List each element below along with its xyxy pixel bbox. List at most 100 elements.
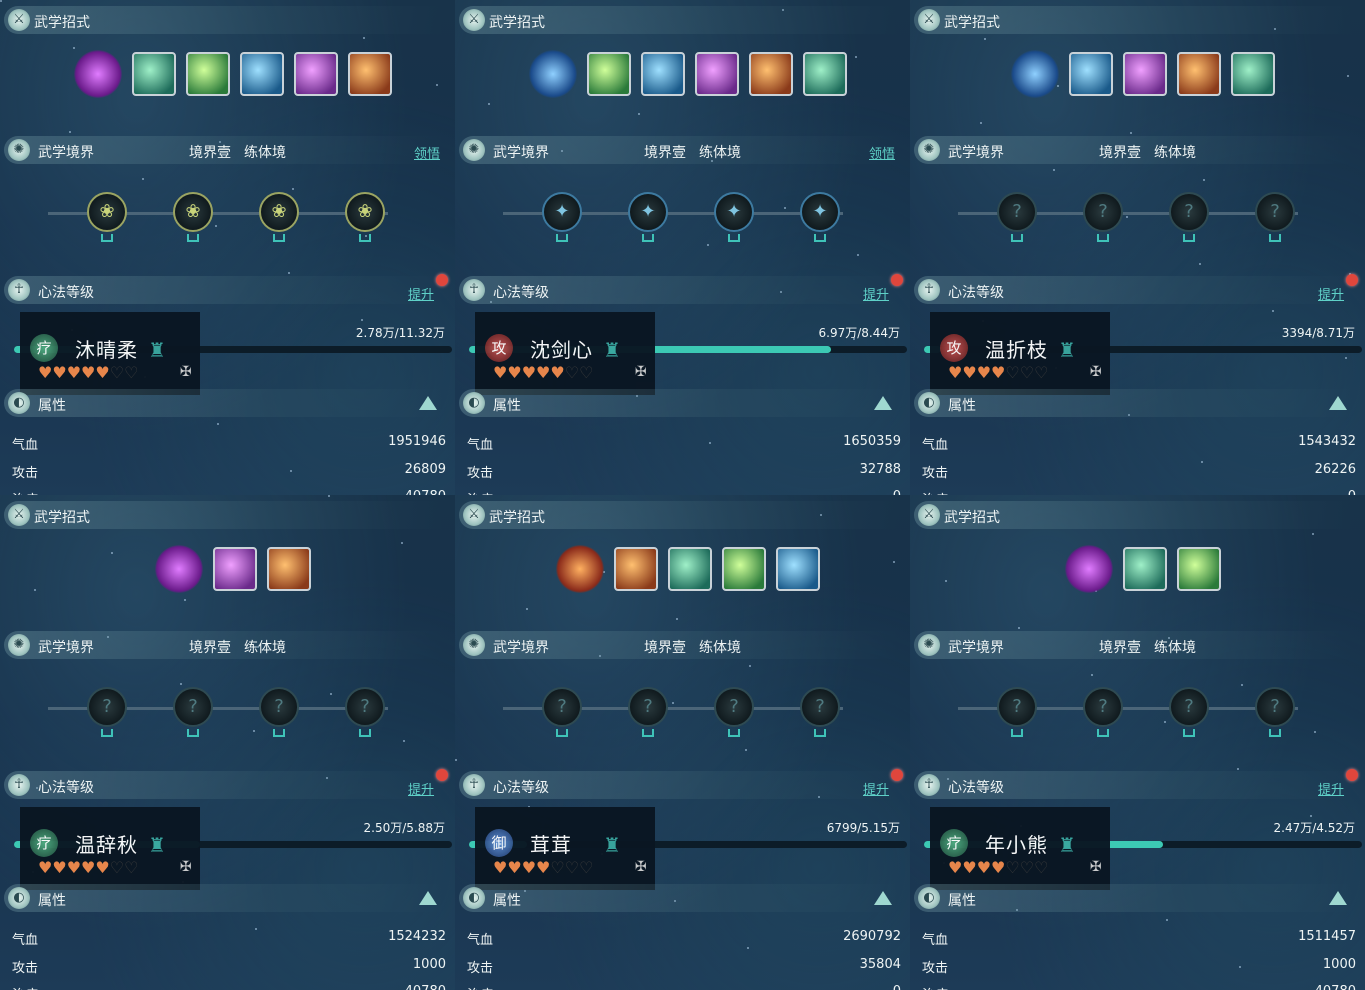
skill-icon[interactable] bbox=[641, 52, 685, 96]
realm-node-icon[interactable]: ? bbox=[1083, 687, 1123, 727]
notification-dot bbox=[891, 769, 903, 781]
skill-icon[interactable] bbox=[587, 52, 631, 96]
realm-node-icon[interactable]: ? bbox=[345, 687, 385, 727]
main-skill-icon[interactable] bbox=[74, 50, 122, 98]
role-badge-icon: 攻 bbox=[485, 334, 513, 362]
heart-icon: ♥ bbox=[976, 363, 992, 382]
realm-node-icon[interactable]: ✦ bbox=[628, 192, 668, 232]
skill-icon[interactable] bbox=[722, 547, 766, 591]
skill-icon[interactable] bbox=[240, 52, 284, 96]
realm-node-icon[interactable]: ? bbox=[800, 687, 840, 727]
character-name-card[interactable]: 御茸茸 ♜ ♥♥♥♥♡♡♡ ✠ bbox=[475, 807, 655, 890]
main-skill-icon[interactable] bbox=[1065, 545, 1113, 593]
main-skill-icon[interactable] bbox=[529, 50, 577, 98]
character-name: 沈剑心 bbox=[530, 338, 593, 362]
main-skill-icon[interactable] bbox=[1011, 50, 1059, 98]
comprehend-link[interactable]: 领悟 bbox=[869, 143, 895, 162]
collapse-triangle-icon[interactable] bbox=[419, 891, 437, 905]
realm-node-icon[interactable]: ✦ bbox=[714, 192, 754, 232]
star-sparkle bbox=[1199, 263, 1201, 265]
realm-node-stand bbox=[728, 729, 740, 737]
realm-node-icon[interactable]: ? bbox=[1083, 192, 1123, 232]
upgrade-link[interactable]: 提升 bbox=[1318, 284, 1344, 303]
heart-icon: ♥ bbox=[38, 363, 53, 382]
heart-icon: ♥ bbox=[948, 858, 963, 877]
heart-icon: ♡ bbox=[550, 858, 565, 877]
character-name-card[interactable]: 疗年小熊 ♜ ♥♥♥♥♡♡♡ ✠ bbox=[930, 807, 1110, 890]
collapse-triangle-icon[interactable] bbox=[874, 396, 892, 410]
skill-icon[interactable] bbox=[749, 52, 793, 96]
upgrade-link[interactable]: 提升 bbox=[1318, 779, 1344, 798]
character-name-card[interactable]: 疗沐晴柔 ♜ ♥♥♥♥♥♡♡ ✠ bbox=[20, 312, 200, 395]
realm-node-icon[interactable]: ❀ bbox=[173, 192, 213, 232]
realm-node-icon[interactable]: ? bbox=[714, 687, 754, 727]
skill-icon[interactable] bbox=[348, 52, 392, 96]
skill-icon[interactable] bbox=[614, 547, 658, 591]
realm-node-icon[interactable]: ? bbox=[259, 687, 299, 727]
realm-node-icon[interactable]: ✦ bbox=[542, 192, 582, 232]
skill-icon[interactable] bbox=[1123, 547, 1167, 591]
collapse-triangle-icon[interactable] bbox=[419, 396, 437, 410]
skill-icon[interactable] bbox=[294, 52, 338, 96]
realm-node-icon[interactable]: ✦ bbox=[800, 192, 840, 232]
realm-node-icon[interactable]: ? bbox=[1255, 687, 1295, 727]
upgrade-link[interactable]: 提升 bbox=[863, 284, 889, 303]
skill-icon[interactable] bbox=[267, 547, 311, 591]
skill-icon[interactable] bbox=[776, 547, 820, 591]
skill-icon[interactable] bbox=[186, 52, 230, 96]
moves-title: 武学招式 bbox=[34, 15, 90, 31]
affinity-hearts: ♥♥♥♥♡♡♡ bbox=[948, 859, 1108, 877]
realm-node-icon[interactable]: ❀ bbox=[345, 192, 385, 232]
collapse-triangle-icon[interactable] bbox=[1329, 396, 1347, 410]
realm-node-icon[interactable]: ? bbox=[542, 687, 582, 727]
realm-body-text: 练体境 bbox=[1154, 145, 1196, 161]
skill-icon[interactable] bbox=[668, 547, 712, 591]
star-sparkle bbox=[363, 37, 365, 39]
collapse-triangle-icon[interactable] bbox=[874, 891, 892, 905]
skill-icon[interactable] bbox=[1231, 52, 1275, 96]
realm-node-icon[interactable]: ? bbox=[628, 687, 668, 727]
upgrade-link[interactable]: 提升 bbox=[408, 779, 434, 798]
realm-node-stand bbox=[1269, 729, 1281, 737]
notification-dot bbox=[436, 274, 448, 286]
realm-node-icon[interactable]: ? bbox=[173, 687, 213, 727]
skill-icon[interactable] bbox=[803, 52, 847, 96]
exp-progress-text: 2.47万/4.52万 bbox=[1273, 821, 1355, 835]
character-name-card[interactable]: 攻沈剑心 ♜ ♥♥♥♥♥♡♡ ✠ bbox=[475, 312, 655, 395]
main-skill-icon[interactable] bbox=[556, 545, 604, 593]
realm-level-text: 境界壹 bbox=[644, 145, 686, 161]
upgrade-link[interactable]: 提升 bbox=[863, 779, 889, 798]
exp-progress-text: 2.78万/11.32万 bbox=[355, 326, 445, 340]
character-name: 年小熊 bbox=[985, 833, 1048, 857]
skill-icon[interactable] bbox=[132, 52, 176, 96]
realm-node-icon[interactable]: ❀ bbox=[87, 192, 127, 232]
character-name-card[interactable]: 疗温辞秋 ♜ ♥♥♥♥♥♡♡ ✠ bbox=[20, 807, 200, 890]
skill-icon[interactable] bbox=[1177, 547, 1221, 591]
heart-icon: ♥ bbox=[991, 363, 1006, 382]
collapse-triangle-icon[interactable] bbox=[1329, 891, 1347, 905]
character-name-card[interactable]: 攻温折枝 ♜ ♥♥♥♥♡♡♡ ✠ bbox=[930, 312, 1110, 395]
skill-icon[interactable] bbox=[213, 547, 257, 591]
realm-node-icon[interactable]: ? bbox=[1169, 687, 1209, 727]
realm-node-icon[interactable]: ? bbox=[87, 687, 127, 727]
main-skill-icon[interactable] bbox=[155, 545, 203, 593]
skill-icon[interactable] bbox=[1123, 52, 1167, 96]
skill-icon[interactable] bbox=[695, 52, 739, 96]
stat-value: 32788 bbox=[859, 462, 901, 477]
realm-node-icon[interactable]: ? bbox=[1255, 192, 1295, 232]
skill-icon[interactable] bbox=[1177, 52, 1221, 96]
role-badge-icon: 疗 bbox=[940, 829, 968, 857]
skill-icon[interactable] bbox=[1069, 52, 1113, 96]
stat-value: 1524232 bbox=[388, 929, 446, 944]
comprehend-link[interactable]: 领悟 bbox=[414, 143, 440, 162]
realm-node-icon[interactable]: ? bbox=[1169, 192, 1209, 232]
realm-node-stand bbox=[642, 234, 654, 242]
upgrade-link[interactable]: 提升 bbox=[408, 284, 434, 303]
realm-node-icon[interactable]: ? bbox=[997, 192, 1037, 232]
realm-node-icon[interactable]: ❀ bbox=[259, 192, 299, 232]
realm-node-icon[interactable]: ? bbox=[997, 687, 1037, 727]
character-panel: ⚔ 武学招式 ✺ 武学境界 境界壹 练体境???? ☥ 心法等级 提升 6799/5.15万御茸茸… bbox=[455, 495, 911, 990]
mind-level-section-header: ☥ 心法等级 提升 bbox=[914, 276, 1354, 304]
stat-label: 气血 bbox=[922, 438, 949, 453]
heart-icon: ♥ bbox=[81, 363, 96, 382]
